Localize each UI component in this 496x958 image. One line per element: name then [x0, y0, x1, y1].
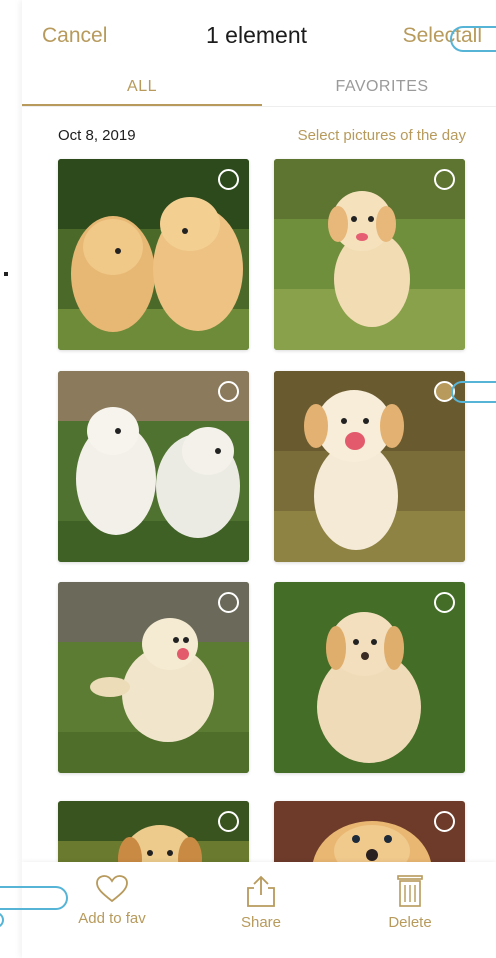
photo-image — [58, 371, 249, 562]
add-to-fav-button[interactable]: Add to fav — [52, 874, 172, 927]
stray-dot — [4, 272, 8, 276]
delete-button[interactable]: Delete — [350, 874, 470, 931]
callout-add-to-fav — [0, 886, 68, 910]
select-checkbox-icon[interactable] — [218, 592, 239, 613]
photo-image — [58, 582, 249, 773]
select-checkbox-icon[interactable] — [434, 169, 455, 190]
photo-thumbnail-1[interactable] — [58, 159, 249, 350]
photo-image — [274, 159, 465, 350]
tab-all[interactable]: ALL — [22, 70, 262, 106]
select-checkbox-icon[interactable] — [218, 381, 239, 402]
photo-picker-screen: Cancel 1 element Selectall ALL FAVORITES… — [22, 0, 496, 958]
share-icon — [247, 875, 275, 907]
tab-favorites[interactable]: FAVORITES — [262, 70, 496, 106]
photo-thumbnail-4[interactable] — [274, 371, 465, 562]
select-checkbox-icon[interactable] — [434, 811, 455, 832]
photo-thumbnail-6[interactable] — [274, 582, 465, 773]
photo-image — [58, 159, 249, 350]
select-checkbox-icon[interactable] — [218, 169, 239, 190]
photo-image — [274, 371, 465, 562]
delete-label: Delete — [388, 914, 432, 931]
select-day-link[interactable]: Select pictures of the day — [298, 127, 466, 144]
photo-thumbnail-2[interactable] — [274, 159, 465, 350]
bottom-action-bar: Add to fav Share Delete — [22, 862, 496, 958]
add-to-fav-label: Add to fav — [78, 910, 146, 927]
top-bar: Cancel 1 element Selectall — [22, 0, 496, 70]
tab-bar: ALL FAVORITES — [22, 70, 496, 107]
photo-thumbnail-3[interactable] — [58, 371, 249, 562]
callout-photo-selector — [451, 381, 496, 403]
photo-thumbnail-5[interactable] — [58, 582, 249, 773]
heart-icon — [96, 875, 128, 903]
share-label: Share — [240, 914, 282, 931]
select-checkbox-icon[interactable] — [218, 811, 239, 832]
callout-select-all — [450, 26, 496, 52]
callout-tail — [0, 912, 4, 928]
cancel-button[interactable]: Cancel — [42, 24, 107, 48]
share-button[interactable]: Share — [201, 874, 321, 931]
section-date: Oct 8, 2019 — [58, 127, 136, 144]
select-checkbox-icon[interactable] — [434, 592, 455, 613]
selection-count-title: 1 element — [206, 22, 308, 48]
trash-icon — [397, 875, 423, 907]
photo-image — [274, 582, 465, 773]
